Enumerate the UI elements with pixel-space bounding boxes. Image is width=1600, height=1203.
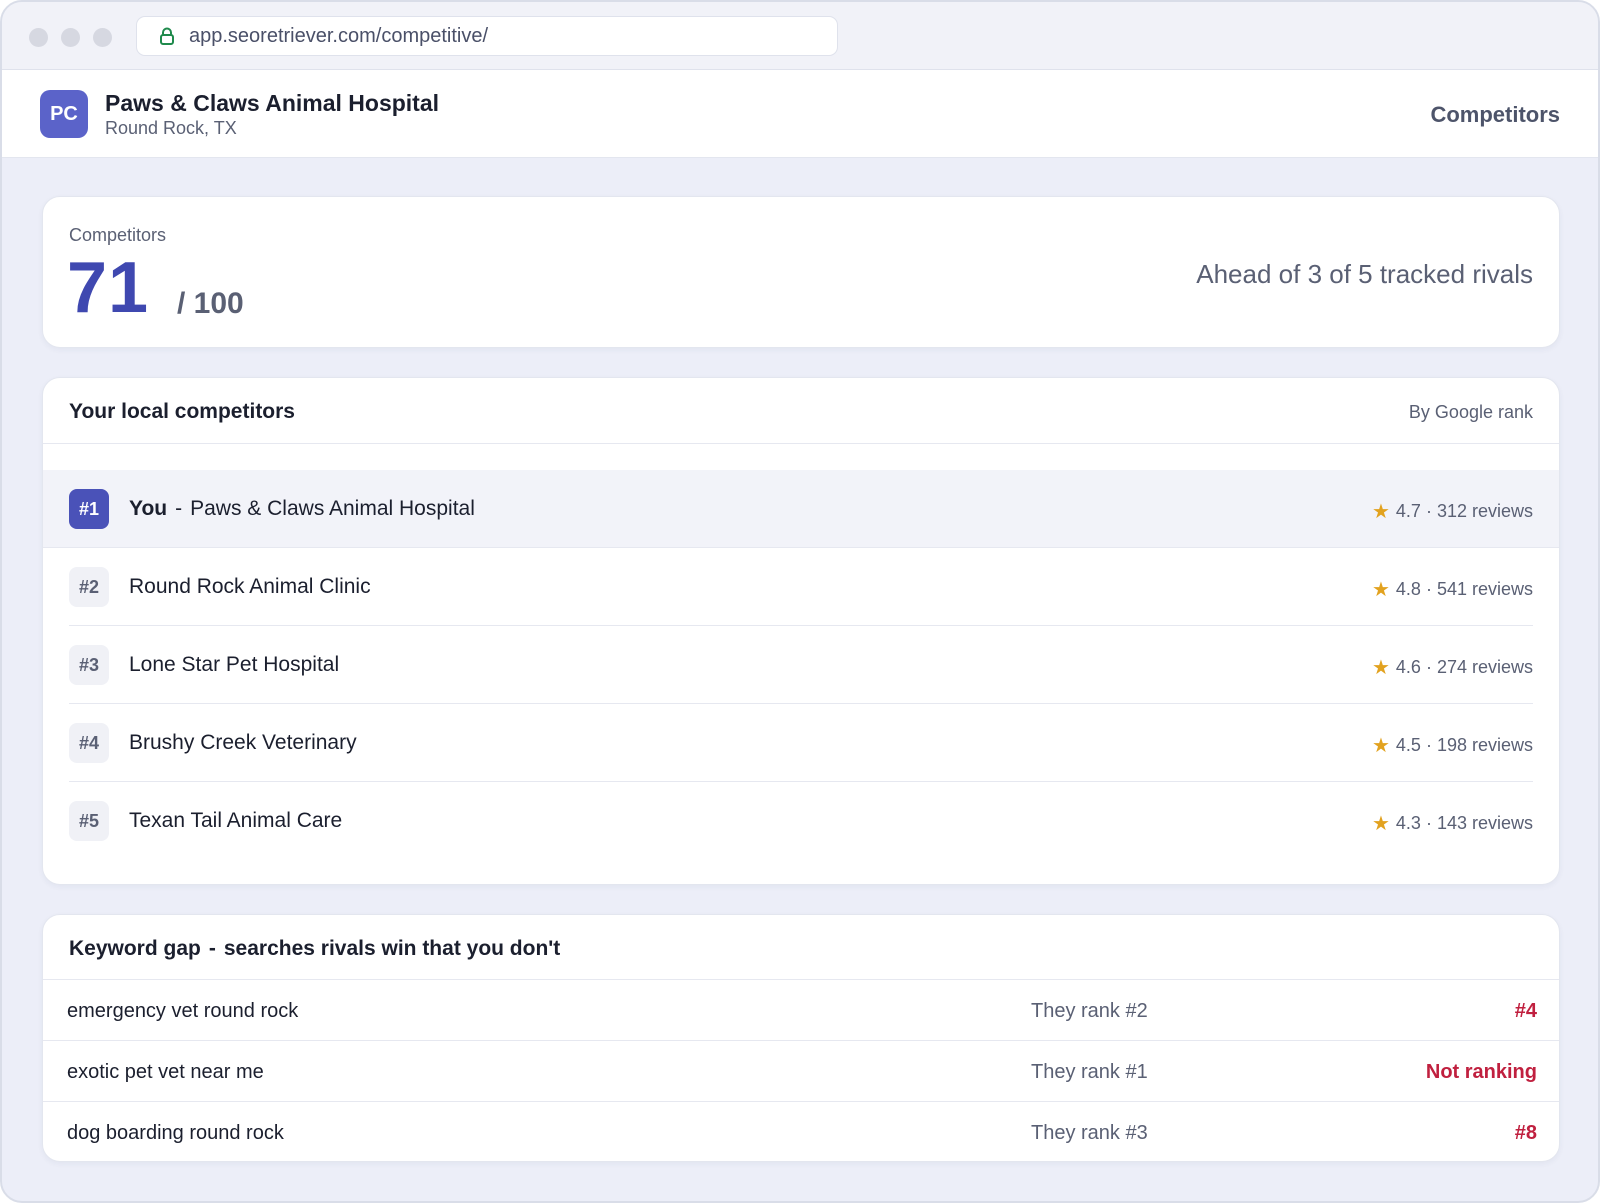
competitor-list: #1 You - Paws & Claws Animal Hospital ★ 4.… bbox=[43, 470, 1559, 860]
gap-keyword: exotic pet vet near me bbox=[67, 1061, 264, 1083]
score-summary: Ahead of 3 of 5 tracked rivals bbox=[1196, 259, 1533, 289]
rival-rank: They rank #2 bbox=[1031, 1000, 1148, 1022]
rating-text: 4.8 · 541 reviews bbox=[1395, 579, 1533, 599]
competitor-rating: ★ 4.6 · 274 reviews bbox=[1372, 655, 1533, 680]
competitor-name: Round Rock Animal Clinic bbox=[129, 575, 371, 598]
competitor-name: Lone Star Pet Hospital bbox=[129, 653, 340, 676]
competitor-rating: ★ 4.5 · 198 reviews bbox=[1372, 733, 1533, 758]
business-logo: PC bbox=[40, 90, 88, 138]
keyword-gap-row[interactable]: dog boarding round rock They rank #3 #8 bbox=[43, 1102, 1559, 1163]
competitor-row[interactable]: #2 Round Rock Animal Clinic ★ 4.8 · 541 … bbox=[69, 548, 1533, 626]
gap-keyword: dog boarding round rock bbox=[67, 1122, 284, 1144]
nav-competitors[interactable]: Competitors bbox=[1430, 102, 1560, 128]
competitor-rating: ★ 4.3 · 143 reviews bbox=[1372, 811, 1533, 836]
star-icon: ★ bbox=[1371, 501, 1390, 523]
url-text[interactable]: app.seoretriever.com/competitive/ bbox=[189, 25, 488, 48]
competitor-name: Brushy Creek Veterinary bbox=[129, 731, 357, 754]
window-close-dot[interactable] bbox=[29, 28, 48, 47]
rating-text: 4.7 · 312 reviews bbox=[1395, 501, 1533, 521]
competitor-row[interactable]: #5 Texan Tail Animal Care ★ 4.3 · 143 re… bbox=[69, 782, 1533, 860]
competitors-title: Your local competitors bbox=[69, 400, 295, 423]
rival-rank: They rank #1 bbox=[1031, 1061, 1148, 1083]
competitors-card: Your local competitors By Google rank #1… bbox=[42, 377, 1560, 885]
keyword-gap-row[interactable]: exotic pet vet near me They rank #1 Not … bbox=[43, 1041, 1559, 1102]
star-icon: ★ bbox=[1371, 813, 1390, 835]
keyword-gap-row[interactable]: emergency vet round rock They rank #2 #4 bbox=[43, 980, 1559, 1041]
title-separator: - bbox=[208, 937, 216, 960]
competitor-name: Texan Tail Animal Care bbox=[129, 809, 343, 832]
keyword-gap-title: Keyword gap - searches rivals win that you… bbox=[69, 937, 560, 961]
gap-keyword: emergency vet round rock bbox=[67, 1000, 299, 1022]
star-icon: ★ bbox=[1371, 657, 1390, 679]
rank-badge: #3 bbox=[69, 645, 109, 685]
competitor-row[interactable]: #3 Lone Star Pet Hospital ★ 4.6 · 274 re… bbox=[69, 626, 1533, 704]
browser-chrome: app.seoretriever.com/competitive/ bbox=[2, 2, 1598, 70]
star-icon: ★ bbox=[1371, 735, 1390, 757]
rank-badge: #2 bbox=[69, 567, 109, 607]
competitors-header: Your local competitors By Google rank bbox=[43, 378, 1559, 444]
keyword-gap-subtitle: searches rivals win that you don't bbox=[223, 937, 561, 960]
rank-badge: #5 bbox=[69, 801, 109, 841]
keyword-gap-card: Keyword gap - searches rivals win that you… bbox=[42, 914, 1560, 1162]
rank-badge: #4 bbox=[69, 723, 109, 763]
keyword-gap-title-text: Keyword gap bbox=[69, 937, 201, 960]
sort-label[interactable]: By Google rank bbox=[1409, 402, 1533, 423]
rank-badge: #1 bbox=[69, 489, 109, 529]
app-header: PC Paws & Claws Animal Hospital Round Ro… bbox=[2, 70, 1598, 158]
your-rank: #4 bbox=[1514, 1000, 1537, 1022]
keyword-gap-header: Keyword gap - searches rivals win that you… bbox=[43, 915, 1559, 980]
window-minimize-dot[interactable] bbox=[61, 28, 80, 47]
score-max: / 100 bbox=[177, 287, 244, 320]
business-name: Paws & Claws Animal Hospital bbox=[105, 90, 440, 116]
competitor-rating: ★ 4.8 · 541 reviews bbox=[1372, 577, 1533, 602]
rating-text: 4.6 · 274 reviews bbox=[1395, 657, 1533, 677]
score-label: Competitors bbox=[69, 225, 167, 245]
competitor-rating: ★ 4.7 · 312 reviews bbox=[1372, 499, 1533, 524]
address-bar[interactable]: app.seoretriever.com/competitive/ bbox=[136, 16, 838, 56]
competitor-row[interactable]: #4 Brushy Creek Veterinary ★ 4.5 · 198 r… bbox=[69, 704, 1533, 782]
business-location: Round Rock, TX bbox=[105, 118, 237, 138]
window-maximize-dot[interactable] bbox=[93, 28, 112, 47]
score-value: 71 bbox=[67, 248, 150, 328]
rival-rank: They rank #3 bbox=[1031, 1122, 1148, 1144]
browser-window: app.seoretriever.com/competitive/ PC Paw… bbox=[0, 0, 1600, 1203]
your-rank: Not ranking bbox=[1425, 1061, 1537, 1083]
score-card: Competitors 71 / 100 Ahead of 3 of 5 tra… bbox=[42, 196, 1560, 348]
your-rank: #8 bbox=[1514, 1122, 1537, 1144]
competitor-name: You - Paws & Claws Animal Hospital bbox=[129, 497, 475, 521]
star-icon: ★ bbox=[1371, 579, 1390, 601]
name-separator: - bbox=[175, 497, 183, 520]
you-tag: You bbox=[129, 497, 168, 520]
competitor-row-you[interactable]: #1 You - Paws & Claws Animal Hospital ★ 4.… bbox=[43, 470, 1559, 548]
rating-text: 4.3 · 143 reviews bbox=[1395, 813, 1533, 833]
competitor-name-text: Paws & Claws Animal Hospital bbox=[190, 497, 475, 520]
lock-icon bbox=[159, 27, 175, 45]
rating-text: 4.5 · 198 reviews bbox=[1395, 735, 1533, 755]
